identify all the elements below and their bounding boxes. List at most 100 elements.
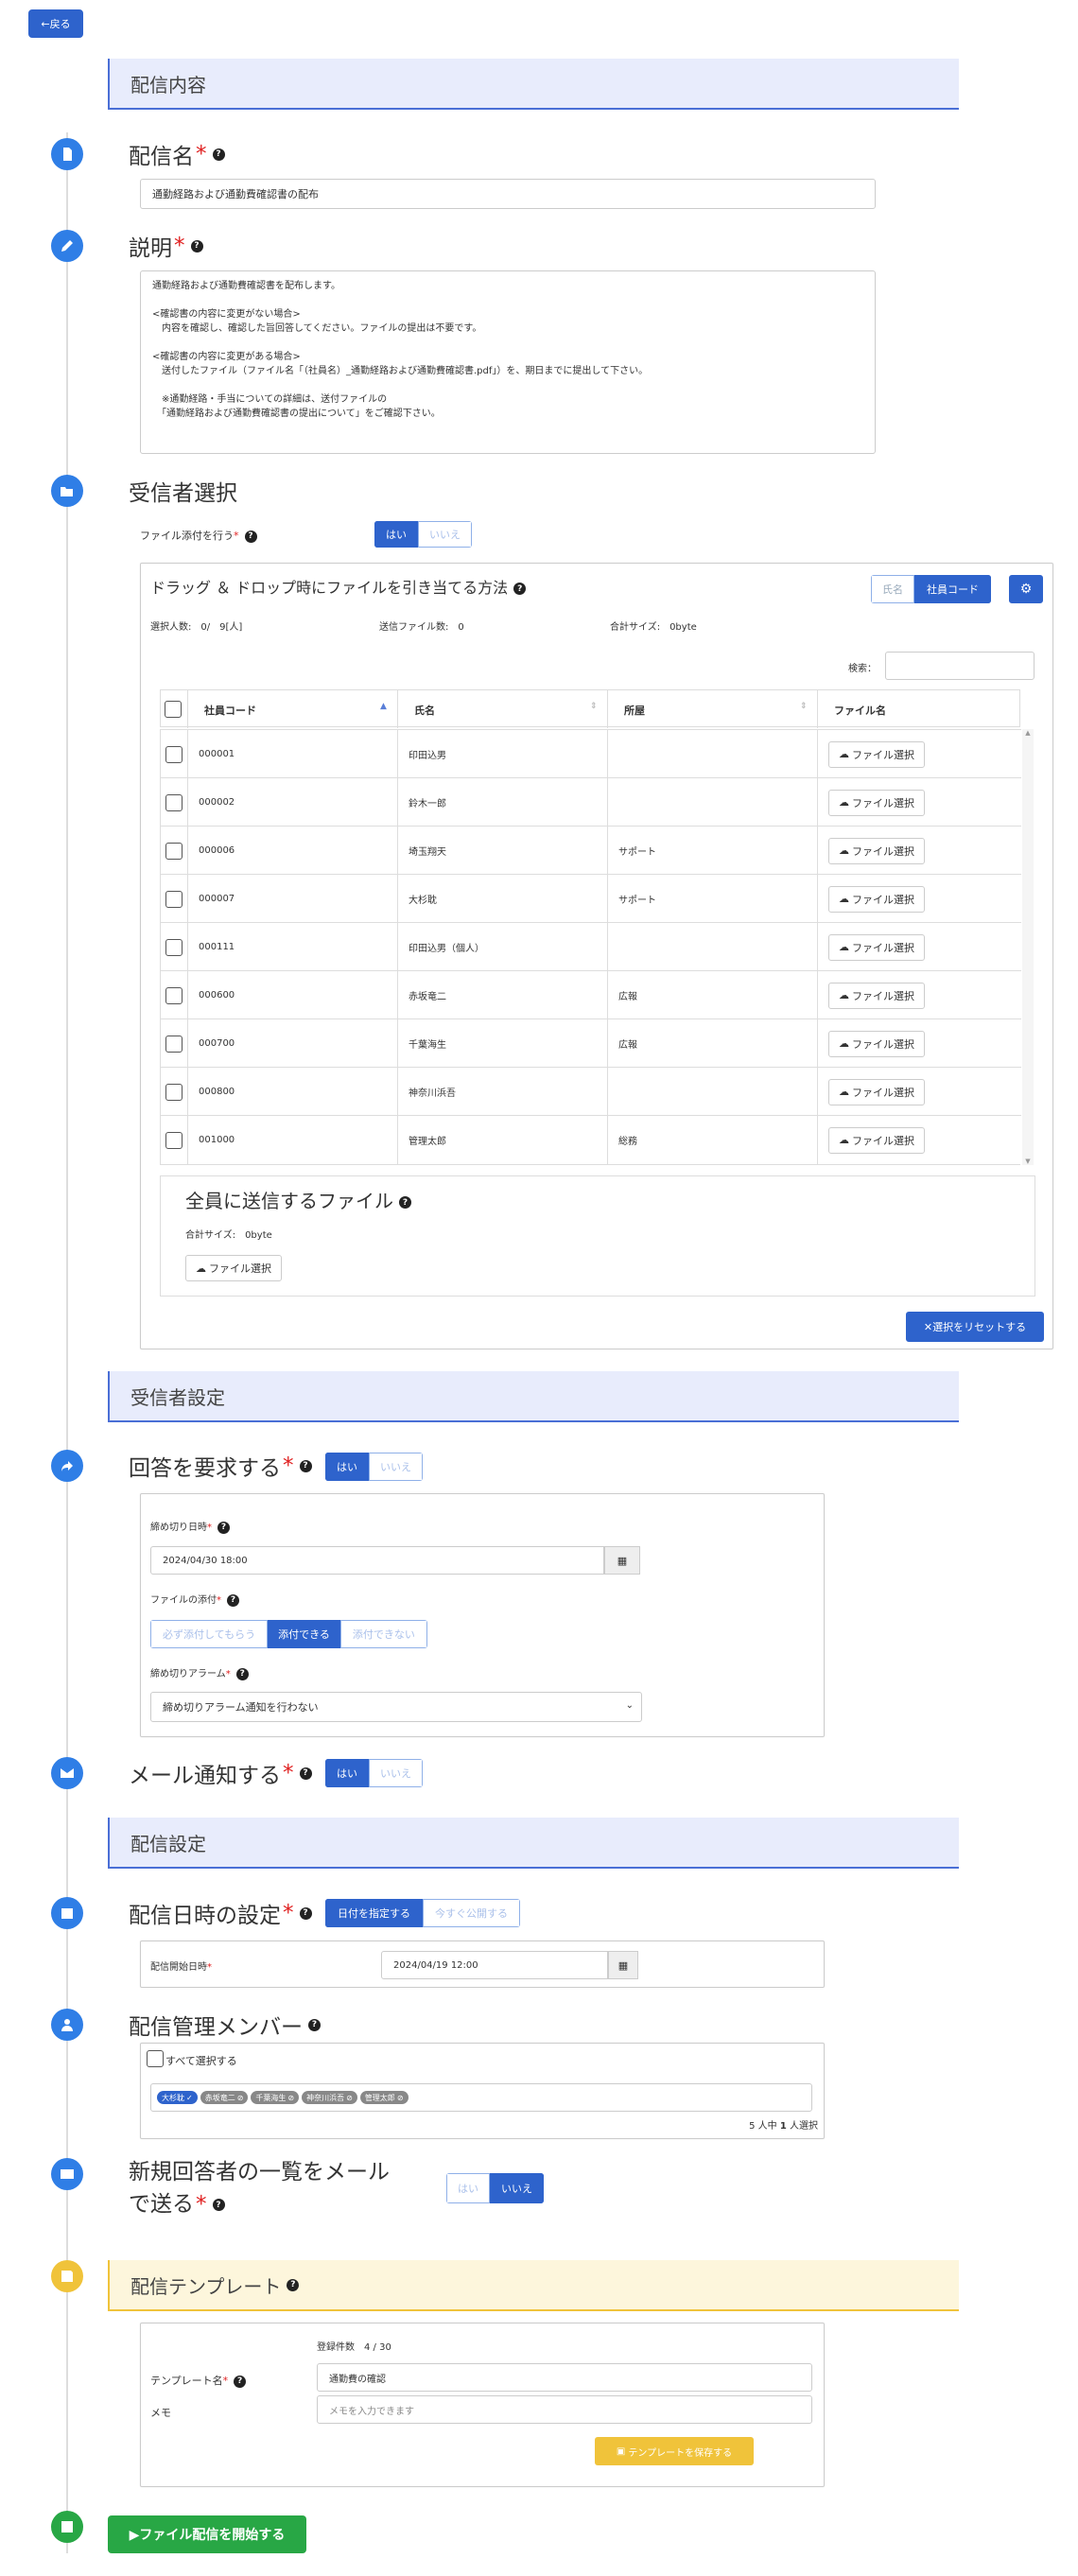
template-name-input[interactable]: 通勤費の確認 (317, 2363, 812, 2392)
column-header-code[interactable]: 社員コード (204, 703, 256, 718)
member-tag[interactable]: 管理太郎 ⊘ (359, 2091, 409, 2104)
help-icon[interactable]: ? (244, 530, 257, 543)
section-header-delivery-settings: 配信設定 (108, 1818, 959, 1869)
start-date-input[interactable]: 2024/04/19 12:00 (381, 1951, 608, 1979)
new-list-toggle[interactable]: はい いいえ (446, 2173, 544, 2203)
label-line: 新規回答者の一覧をメール (129, 2160, 390, 2184)
file-select-button[interactable]: ☁ ファイル選択 (828, 837, 925, 864)
select-all-checkbox[interactable] (165, 701, 182, 718)
no-option[interactable]: いいえ (418, 521, 472, 548)
help-icon[interactable]: ? (399, 1196, 411, 1209)
member-tag[interactable]: 赤坂竜二 ⊘ (200, 2091, 249, 2104)
yes-option[interactable]: はい (325, 1453, 369, 1481)
memo-input[interactable]: メモを入力できます (317, 2395, 812, 2424)
tag-label: 管理太郎 (364, 2093, 395, 2102)
file-select-button[interactable]: ☁ ファイル選択 (828, 885, 925, 913)
row-checkbox-cell (161, 1068, 187, 1116)
help-icon[interactable]: ? (217, 1521, 230, 1534)
delivery-name-input[interactable]: 通勤経路および通勤費確認書の配布 (140, 179, 876, 209)
schedule-toggle[interactable]: 日付を指定する 今すぐ公開する (325, 1899, 520, 1927)
help-icon[interactable]: ? (190, 239, 203, 252)
mode-code-option[interactable]: 社員コード (914, 575, 991, 603)
all-files-box: 全員に送信するファイル? 合計サイズ: 0byte ☁ ファイル選択 (160, 1175, 1035, 1297)
file-select-button[interactable]: ☁ ファイル選択 (828, 789, 925, 816)
no-option[interactable]: いいえ (369, 1453, 423, 1481)
mode-name-option[interactable]: 氏名 (871, 575, 914, 603)
yes-option[interactable]: はい (325, 1759, 369, 1787)
calendar-button[interactable]: ▦ (604, 1546, 640, 1575)
member-tag[interactable]: 千葉海生 ⊘ (251, 2091, 300, 2104)
match-mode-toggle[interactable]: 氏名 社員コード (871, 575, 991, 603)
file-select-button[interactable]: ☁ ファイル選択 (828, 1078, 925, 1105)
all-files-select-button[interactable]: ☁ ファイル選択 (185, 1255, 282, 1281)
row-checkbox[interactable] (165, 986, 183, 1004)
row-checkbox[interactable] (165, 1131, 183, 1149)
require-answer-toggle[interactable]: はい いいえ (325, 1453, 423, 1481)
select-all-members-checkbox[interactable] (147, 2050, 164, 2067)
help-icon[interactable]: ? (299, 1906, 312, 1920)
members-tag-box[interactable]: 大杉耽 ✓ 赤坂竜二 ⊘ 千葉海生 ⊘ 神奈川浜吾 ⊘ 管理太郎 ⊘ (150, 2083, 812, 2112)
help-icon[interactable]: ? (234, 2375, 247, 2388)
select-all-label: すべて選択する (165, 2055, 237, 2067)
start-delivery-button[interactable]: ▶ファイル配信を開始する (108, 2515, 306, 2553)
row-checkbox[interactable] (165, 793, 183, 811)
no-option[interactable]: いいえ (369, 1759, 423, 1787)
row-checkbox[interactable] (165, 1035, 183, 1053)
column-header-dept[interactable]: 所屋 (624, 703, 645, 718)
attach-allowed-option[interactable]: 添付できる (268, 1620, 340, 1648)
settings-button[interactable]: ⚙ (1009, 575, 1043, 603)
yes-option[interactable]: はい (446, 2173, 490, 2203)
back-button[interactable]: ←戻る (28, 9, 83, 38)
row-checkbox[interactable] (165, 890, 183, 908)
attach-required-option[interactable]: 必ず添付してもらう (150, 1620, 269, 1648)
tag-label: 赤坂竜二 (204, 2093, 235, 2102)
cloud-upload-icon: ☁ (839, 893, 849, 905)
description-textarea[interactable]: 通勤経路および通勤費確認書を配布します。 <確認書の内容に変更がない場合> 内容… (140, 270, 876, 454)
cloud-upload-icon: ☁ (839, 844, 849, 857)
specify-date-option[interactable]: 日付を指定する (325, 1899, 423, 1927)
help-icon[interactable]: ? (299, 1459, 312, 1472)
file-select-button[interactable]: ☁ ファイル選択 (828, 740, 925, 768)
row-checkbox[interactable] (165, 842, 183, 860)
cloud-upload-icon: ☁ (839, 748, 849, 760)
row-checkbox[interactable] (165, 1083, 183, 1101)
member-tag[interactable]: 神奈川浜吾 ⊘ (302, 2091, 357, 2104)
yes-option[interactable]: はい (374, 521, 418, 548)
required-mark: * (234, 530, 239, 542)
mail-notify-toggle[interactable]: はい いいえ (325, 1759, 423, 1787)
help-icon[interactable]: ? (299, 1767, 312, 1780)
label-text: 配信開始日時 (150, 1962, 207, 1973)
publish-now-option[interactable]: 今すぐ公開する (423, 1899, 520, 1927)
alarm-select[interactable]: 締め切りアラーム通知を行わない ⌄ (150, 1692, 642, 1722)
help-icon[interactable]: ? (513, 583, 527, 595)
file-select-button[interactable]: ☁ ファイル選択 (828, 933, 925, 961)
cloud-upload-icon: ☁ (839, 1134, 849, 1146)
reset-selection-button[interactable]: ✕選択をリセットする (906, 1312, 1044, 1342)
calendar-button[interactable]: ▦ (608, 1951, 638, 1979)
file-select-button[interactable]: ☁ ファイル選択 (828, 982, 925, 1009)
attach-file-toggle[interactable]: はい いいえ (374, 521, 472, 548)
file-select-button[interactable]: ☁ ファイル選択 (828, 1126, 925, 1154)
scrollbar[interactable]: ▲ ▼ (1022, 729, 1034, 1165)
deadline-input[interactable]: 2024/04/30 18:00 (150, 1546, 604, 1575)
envelope-icon (51, 1757, 83, 1789)
attachment-label: ファイルの添付*? (150, 1592, 239, 1607)
help-icon[interactable]: ? (308, 2018, 321, 2031)
help-icon[interactable]: ? (212, 2199, 225, 2211)
member-tag[interactable]: 大杉耽 ✓ (157, 2091, 198, 2104)
save-template-button[interactable]: ▣ テンプレートを保存する (595, 2437, 754, 2465)
attach-disallowed-option[interactable]: 添付できない (339, 1620, 427, 1648)
attachment-toggle[interactable]: 必ず添付してもらう 添付できる 添付できない (150, 1620, 427, 1648)
file-select-button[interactable]: ☁ ファイル選択 (828, 1030, 925, 1057)
help-icon[interactable]: ? (235, 1667, 249, 1680)
help-icon[interactable]: ? (212, 148, 225, 161)
row-checkbox[interactable] (165, 745, 183, 763)
help-icon[interactable]: ? (227, 1593, 239, 1607)
no-option[interactable]: いいえ (490, 2173, 544, 2203)
column-header-name[interactable]: 氏名 (414, 703, 435, 718)
search-input[interactable] (885, 652, 1035, 680)
cell-name: 管理太郎 (409, 1137, 446, 1147)
cell-divider (187, 875, 188, 923)
row-checkbox[interactable] (165, 938, 183, 956)
help-icon[interactable]: ? (287, 2278, 300, 2291)
